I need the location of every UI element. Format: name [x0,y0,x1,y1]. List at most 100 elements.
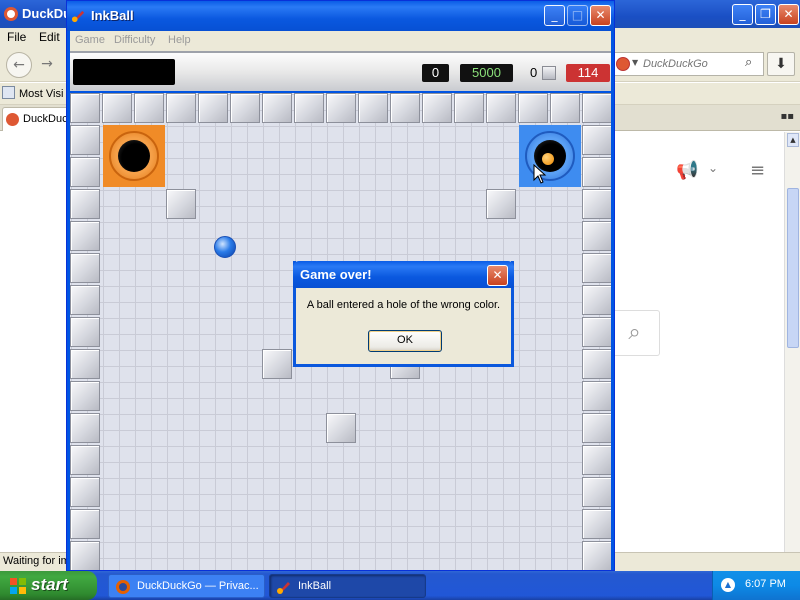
wall-block [70,157,100,187]
bookmark-most-visited[interactable]: Most Visi [2,86,63,100]
wall-block [582,189,611,219]
close-icon[interactable]: ✕ [590,5,611,26]
wall-block [70,445,100,475]
status-text: Waiting for im [3,555,70,567]
menu-game[interactable]: Game [75,34,105,46]
search-icon[interactable]: ⌕ [745,55,752,70]
wall-block [582,317,611,347]
bookmark-label: Most Visi [19,88,64,100]
scroll-up-icon[interactable]: ▲ [787,133,799,147]
menu-help[interactable]: Help [168,34,191,46]
wall-block [582,509,611,539]
tab-list-icon[interactable]: ▪▪ [780,111,794,122]
taskbar: start DuckDuckGo — Privac... InkBall ▲ 6… [0,571,800,600]
wall-block [70,125,100,155]
wall-block [262,349,292,379]
wall-block [582,125,611,155]
windows-logo-icon [10,578,26,594]
system-tray: ▲ 6:07 PM [712,571,800,600]
wall-block [582,285,611,315]
taskbar-item-inkball[interactable]: InkBall [269,574,426,598]
wall-block [70,253,100,283]
wall-block [550,93,580,123]
inkball-title-bar[interactable]: InkBall _ □ ✕ [67,1,614,31]
chevron-down-icon[interactable]: ⌄ [708,161,718,175]
wall-block [582,445,611,475]
search-input[interactable] [643,56,743,72]
balls-count: 0 [530,65,538,80]
dialog-title: Game over! [300,267,372,282]
wall-block [326,93,356,123]
wall-block [70,541,100,570]
firefox-search-box[interactable]: ▼ ⌕ [612,52,764,76]
hole-icon [103,125,165,187]
maximize-icon: □ [567,5,588,26]
clock: 6:07 PM [745,578,786,590]
start-button[interactable]: start [0,571,97,600]
close-icon[interactable]: ✕ [487,265,508,286]
menu-file[interactable]: File [7,30,26,44]
firefox-restore-button[interactable]: ❐ [755,4,776,25]
wall-block [582,477,611,507]
wall-block [70,381,100,411]
wall-block [70,221,100,251]
menu-difficulty[interactable]: Difficulty [114,34,155,46]
wall-block [166,93,196,123]
wall-block [230,93,260,123]
wall-block [70,285,100,315]
wall-block [102,93,132,123]
download-icon[interactable]: ⬇ [767,52,795,76]
inkball-title: InkBall [91,8,134,23]
firefox-scrollbar[interactable]: ▲ [784,132,800,552]
wall-block [70,509,100,539]
menu-edit[interactable]: Edit [39,30,60,44]
page-search-button[interactable]: ⌕ [610,310,660,356]
wall-block [582,349,611,379]
start-label: start [31,575,68,594]
dialog-message: A ball entered a hole of the wrong color… [306,299,501,311]
dialog-title-bar[interactable]: Game over! ✕ [293,261,514,288]
inkball-menu-bar: Game Difficulty Help [70,31,611,51]
wall-block [582,541,611,570]
forward-arrow-icon[interactable]: → [34,52,60,78]
wall-block [582,253,611,283]
cursor-icon [533,164,547,184]
chevron-down-icon[interactable]: ▼ [632,58,638,67]
firefox-minimize-button[interactable]: _ [732,4,753,25]
ok-button[interactable]: OK [368,330,442,352]
wall-block [422,93,452,123]
search-engine-icon[interactable] [616,57,630,71]
wall-block [70,477,100,507]
back-arrow-icon[interactable]: ← [6,52,32,78]
show-hidden-icons-icon[interactable]: ▲ [721,578,735,592]
wall-block [326,413,356,443]
scrollbar-thumb[interactable] [787,188,799,348]
taskbar-item-label: InkBall [298,580,332,592]
wall-block [582,413,611,443]
megaphone-icon[interactable]: 📢 [676,160,698,181]
wall-block [198,93,228,123]
bookmark-icon [2,86,15,99]
inkball-app-icon [277,582,290,594]
wall-block [166,189,196,219]
wall-block [70,413,100,443]
search-icon: ⌕ [628,320,641,345]
game-over-dialog: Game over! ✕ A ball entered a hole of th… [293,261,514,367]
target-score-counter: 5000 [460,64,513,82]
taskbar-item-duckduckgo[interactable]: DuckDuckGo — Privac... [108,574,265,598]
firefox-close-button[interactable]: ✕ [778,4,799,25]
wall-block [454,93,484,123]
wall-block [582,157,611,187]
minimize-icon[interactable]: _ [544,5,565,26]
wall-block [70,317,100,347]
wall-block [70,349,100,379]
hamburger-menu-icon[interactable]: ≡ [750,160,765,181]
inkball-app-icon [71,10,85,23]
wall-block [582,221,611,251]
wall-block [390,93,420,123]
ball-icon [542,66,556,80]
wall-block [70,93,100,123]
wall-block [294,93,324,123]
wall-block [486,189,516,219]
duckduckgo-icon [6,113,19,126]
